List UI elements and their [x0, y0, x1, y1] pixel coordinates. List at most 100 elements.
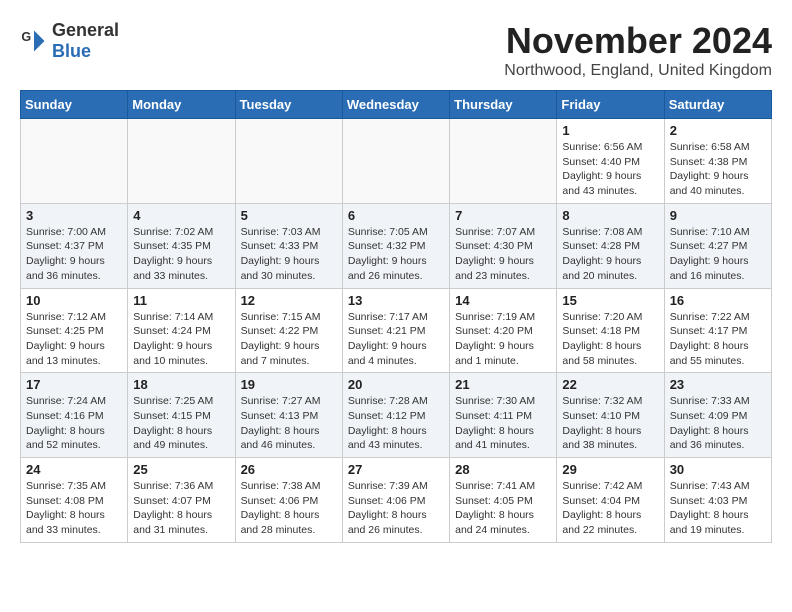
calendar-cell: 28Sunrise: 7:41 AM Sunset: 4:05 PM Dayli… [450, 458, 557, 543]
day-info: Sunrise: 7:33 AM Sunset: 4:09 PM Dayligh… [670, 394, 766, 453]
weekday-header: Monday [128, 91, 235, 119]
calendar-cell: 10Sunrise: 7:12 AM Sunset: 4:25 PM Dayli… [21, 288, 128, 373]
day-number: 24 [26, 462, 122, 477]
calendar-cell: 26Sunrise: 7:38 AM Sunset: 4:06 PM Dayli… [235, 458, 342, 543]
day-info: Sunrise: 7:19 AM Sunset: 4:20 PM Dayligh… [455, 310, 551, 369]
day-number: 10 [26, 293, 122, 308]
calendar-cell: 2 Sunrise: 6:58 AM Sunset: 4:38 PM Daylig… [664, 119, 771, 204]
day-info: Sunrise: 7:10 AM Sunset: 4:27 PM Dayligh… [670, 225, 766, 284]
calendar-cell [450, 119, 557, 204]
day-number: 19 [241, 377, 337, 392]
day-number: 18 [133, 377, 229, 392]
day-number: 13 [348, 293, 444, 308]
day-number: 28 [455, 462, 551, 477]
calendar-cell: 7 Sunrise: 7:07 AM Sunset: 4:30 PM Daylig… [450, 203, 557, 288]
weekday-header: Friday [557, 91, 664, 119]
day-info: Sunrise: 7:02 AM Sunset: 4:35 PM Dayligh… [133, 225, 229, 284]
calendar-cell: 12 Sunrise: 7:15 AM Sunset: 4:22 PM Dayli… [235, 288, 342, 373]
location-title: Northwood, England, United Kingdom [504, 62, 772, 80]
day-number: 1 [562, 123, 658, 138]
day-info: Sunrise: 7:42 AM Sunset: 4:04 PM Dayligh… [562, 479, 658, 538]
day-info: Sunrise: 7:39 AM Sunset: 4:06 PM Dayligh… [348, 479, 444, 538]
day-info: Sunrise: 7:17 AM Sunset: 4:21 PM Dayligh… [348, 310, 444, 369]
day-info: Sunrise: 6:58 AM Sunset: 4:38 PM Dayligh… [670, 140, 766, 199]
calendar-cell: 29 Sunrise: 7:42 AM Sunset: 4:04 PM Dayli… [557, 458, 664, 543]
day-number: 25 [133, 462, 229, 477]
day-number: 20 [348, 377, 444, 392]
calendar-cell: 21 Sunrise: 7:30 AM Sunset: 4:11 PM Dayli… [450, 373, 557, 458]
weekday-header: Saturday [664, 91, 771, 119]
day-number: 15 [562, 293, 658, 308]
day-number: 16 [670, 293, 766, 308]
day-info: Sunrise: 7:20 AM Sunset: 4:18 PM Dayligh… [562, 310, 658, 369]
logo-icon: G [20, 27, 48, 55]
day-info: Sunrise: 7:03 AM Sunset: 4:33 PM Dayligh… [241, 225, 337, 284]
calendar-cell: 6Sunrise: 7:05 AM Sunset: 4:32 PM Daylig… [342, 203, 449, 288]
calendar-cell: 8 Sunrise: 7:08 AM Sunset: 4:28 PM Daylig… [557, 203, 664, 288]
month-title: November 2024 [504, 20, 772, 62]
calendar-cell: 3 Sunrise: 7:00 AM Sunset: 4:37 PM Daylig… [21, 203, 128, 288]
svg-text:G: G [21, 30, 31, 44]
day-info: Sunrise: 7:25 AM Sunset: 4:15 PM Dayligh… [133, 394, 229, 453]
day-info: Sunrise: 7:08 AM Sunset: 4:28 PM Dayligh… [562, 225, 658, 284]
calendar-cell: 24Sunrise: 7:35 AM Sunset: 4:08 PM Dayli… [21, 458, 128, 543]
day-number: 23 [670, 377, 766, 392]
calendar-cell: 17Sunrise: 7:24 AM Sunset: 4:16 PM Dayli… [21, 373, 128, 458]
day-info: Sunrise: 7:27 AM Sunset: 4:13 PM Dayligh… [241, 394, 337, 453]
day-info: Sunrise: 7:28 AM Sunset: 4:12 PM Dayligh… [348, 394, 444, 453]
week-row: 17Sunrise: 7:24 AM Sunset: 4:16 PM Dayli… [21, 373, 772, 458]
day-info: Sunrise: 7:00 AM Sunset: 4:37 PM Dayligh… [26, 225, 122, 284]
calendar-cell [128, 119, 235, 204]
day-number: 17 [26, 377, 122, 392]
calendar-cell [342, 119, 449, 204]
week-row: 3 Sunrise: 7:00 AM Sunset: 4:37 PM Daylig… [21, 203, 772, 288]
day-info: Sunrise: 7:30 AM Sunset: 4:11 PM Dayligh… [455, 394, 551, 453]
calendar-cell: 4 Sunrise: 7:02 AM Sunset: 4:35 PM Daylig… [128, 203, 235, 288]
day-number: 8 [562, 208, 658, 223]
page-header: G General Blue November 2024 Northwood, … [20, 20, 772, 80]
week-row: 24Sunrise: 7:35 AM Sunset: 4:08 PM Dayli… [21, 458, 772, 543]
day-number: 29 [562, 462, 658, 477]
calendar-cell: 23 Sunrise: 7:33 AM Sunset: 4:09 PM Dayli… [664, 373, 771, 458]
day-number: 5 [241, 208, 337, 223]
day-number: 21 [455, 377, 551, 392]
weekday-header: Thursday [450, 91, 557, 119]
title-section: November 2024 Northwood, England, United… [504, 20, 772, 80]
day-info: Sunrise: 7:15 AM Sunset: 4:22 PM Dayligh… [241, 310, 337, 369]
logo-general: General [52, 20, 119, 40]
day-number: 14 [455, 293, 551, 308]
calendar-cell [21, 119, 128, 204]
logo: G General Blue [20, 20, 119, 62]
day-info: Sunrise: 7:05 AM Sunset: 4:32 PM Dayligh… [348, 225, 444, 284]
day-number: 12 [241, 293, 337, 308]
day-info: Sunrise: 7:14 AM Sunset: 4:24 PM Dayligh… [133, 310, 229, 369]
day-info: Sunrise: 6:56 AM Sunset: 4:40 PM Dayligh… [562, 140, 658, 199]
day-number: 7 [455, 208, 551, 223]
calendar-cell: 19 Sunrise: 7:27 AM Sunset: 4:13 PM Dayli… [235, 373, 342, 458]
day-info: Sunrise: 7:38 AM Sunset: 4:06 PM Dayligh… [241, 479, 337, 538]
day-info: Sunrise: 7:43 AM Sunset: 4:03 PM Dayligh… [670, 479, 766, 538]
day-number: 2 [670, 123, 766, 138]
weekday-header-row: SundayMondayTuesdayWednesdayThursdayFrid… [21, 91, 772, 119]
calendar-cell: 30 Sunrise: 7:43 AM Sunset: 4:03 PM Dayli… [664, 458, 771, 543]
calendar-cell: 22Sunrise: 7:32 AM Sunset: 4:10 PM Dayli… [557, 373, 664, 458]
day-number: 30 [670, 462, 766, 477]
day-number: 4 [133, 208, 229, 223]
day-number: 11 [133, 293, 229, 308]
day-number: 9 [670, 208, 766, 223]
day-number: 3 [26, 208, 122, 223]
calendar-cell: 20 Sunrise: 7:28 AM Sunset: 4:12 PM Dayli… [342, 373, 449, 458]
logo-blue: Blue [52, 41, 91, 61]
calendar-cell: 11 Sunrise: 7:14 AM Sunset: 4:24 PM Dayli… [128, 288, 235, 373]
week-row: 10Sunrise: 7:12 AM Sunset: 4:25 PM Dayli… [21, 288, 772, 373]
week-row: 1 Sunrise: 6:56 AM Sunset: 4:40 PM Daylig… [21, 119, 772, 204]
day-info: Sunrise: 7:07 AM Sunset: 4:30 PM Dayligh… [455, 225, 551, 284]
calendar-cell: 9 Sunrise: 7:10 AM Sunset: 4:27 PM Daylig… [664, 203, 771, 288]
day-number: 22 [562, 377, 658, 392]
calendar-cell: 18 Sunrise: 7:25 AM Sunset: 4:15 PM Dayli… [128, 373, 235, 458]
calendar-cell: 25Sunrise: 7:36 AM Sunset: 4:07 PM Dayli… [128, 458, 235, 543]
calendar-cell: 14 Sunrise: 7:19 AM Sunset: 4:20 PM Dayli… [450, 288, 557, 373]
calendar-table: SundayMondayTuesdayWednesdayThursdayFrid… [20, 90, 772, 543]
calendar-cell: 5 Sunrise: 7:03 AM Sunset: 4:33 PM Daylig… [235, 203, 342, 288]
weekday-header: Tuesday [235, 91, 342, 119]
